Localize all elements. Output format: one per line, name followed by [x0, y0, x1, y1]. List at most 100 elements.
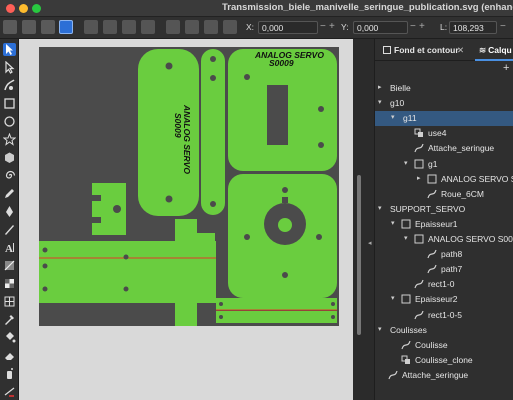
y-increment-button[interactable]: + — [419, 21, 425, 32]
layer-label: rect1-0-5 — [428, 309, 463, 320]
spiral-tool-icon[interactable] — [3, 169, 16, 182]
layer-label: path7 — [441, 264, 463, 275]
rectangle-tool-icon[interactable] — [3, 97, 16, 110]
drawing-canvas[interactable]: ANALOG SERVO S0009 ANALOG SERVO S0009 — [19, 39, 353, 400]
layer-row[interactable]: ▾ g11 — [375, 111, 513, 127]
layer-row[interactable]: ▾ g1 — [375, 157, 513, 172]
calligraphy-tool-icon[interactable] — [3, 223, 16, 236]
pen-tool-icon[interactable] — [3, 205, 16, 218]
flip-horizontal-icon[interactable] — [122, 20, 136, 34]
layer-row[interactable]: ▾ Coulisses — [375, 323, 513, 338]
bottom-bar-2[interactable] — [216, 311, 337, 323]
clone-icon — [414, 128, 424, 138]
expanded-arrow-icon[interactable]: ▾ — [378, 98, 382, 106]
layer-label: Coulisses — [390, 324, 427, 335]
box3d-tool-icon[interactable] — [3, 151, 16, 164]
text-tool-icon[interactable]: A — [3, 241, 16, 254]
layer-row[interactable]: ▾ Epaisseur1 — [375, 217, 513, 232]
rotate-ccw-icon[interactable] — [84, 20, 98, 34]
select-all-icon[interactable] — [3, 20, 17, 34]
close-window-icon[interactable] — [6, 4, 15, 13]
layer-row[interactable]: path7 — [375, 262, 513, 277]
tweak-tool-icon[interactable] — [3, 79, 16, 92]
layer-row[interactable]: Attache_seringue — [375, 368, 513, 383]
width-field[interactable] — [449, 21, 497, 34]
zoom-window-icon[interactable] — [32, 4, 41, 13]
dropper-tool-icon[interactable] — [3, 313, 16, 326]
layer-row[interactable]: ▸ ANALOG SERVO S0009 — [375, 172, 513, 187]
layer-row[interactable]: ▾ Epaisseur2 — [375, 292, 513, 307]
x-increment-button[interactable]: + — [329, 21, 335, 32]
bielle-plate[interactable]: ANALOG SERVO S0009 — [138, 49, 199, 216]
expanded-arrow-icon[interactable]: ▾ — [391, 219, 395, 227]
y-field[interactable] — [353, 21, 408, 34]
raise-to-top-icon[interactable] — [166, 20, 180, 34]
mesh-tool-icon[interactable] — [3, 295, 16, 308]
selector-tool-icon[interactable] — [3, 43, 16, 56]
layer-row[interactable]: Coulisse_clone — [375, 353, 513, 368]
vertical-scrollbar[interactable] — [353, 39, 365, 400]
x-field[interactable] — [258, 21, 318, 34]
flip-vertical-icon[interactable] — [141, 20, 155, 34]
deselect-icon[interactable] — [41, 20, 55, 34]
layer-row[interactable]: Coulisse — [375, 338, 513, 353]
expanded-arrow-icon[interactable]: ▾ — [378, 325, 382, 333]
layer-row[interactable]: ▾ SUPPORT_SERVO — [375, 202, 513, 217]
layer-row[interactable]: Roue_6CM — [375, 187, 513, 202]
layer-row[interactable]: ▾ g10 — [375, 96, 513, 111]
collapsed-arrow-icon[interactable]: ▸ — [417, 174, 421, 182]
eraser-tool-icon[interactable] — [3, 349, 16, 362]
expanded-arrow-icon[interactable]: ▾ — [404, 234, 408, 242]
layer-row[interactable]: rect1-0-5 — [375, 308, 513, 323]
layer-label: Epaisseur1 — [415, 218, 458, 229]
clone-icon — [401, 355, 411, 365]
tab-layers[interactable]: ≋ Calqu — [479, 45, 512, 56]
dock-panel: Fond et contour ✕ ≋ Calqu + ▸ Bielle ▾ g10 ▾ g… — [375, 39, 513, 400]
pencil-tool-icon[interactable] — [3, 187, 16, 200]
x-decrement-button[interactable]: − — [320, 21, 326, 32]
tab-close-button[interactable]: ✕ — [457, 45, 464, 56]
lower-icon[interactable] — [204, 20, 218, 34]
layer-row[interactable]: rect1-0 — [375, 277, 513, 292]
scrollbar-thumb[interactable] — [357, 175, 361, 335]
rotate-cw-icon[interactable] — [103, 20, 117, 34]
connector-tool-icon[interactable] — [3, 385, 16, 398]
raise-icon[interactable] — [185, 20, 199, 34]
node-tool-icon[interactable] — [3, 61, 16, 74]
spray-tool-icon[interactable] — [3, 259, 16, 272]
expanded-arrow-icon[interactable]: ▾ — [391, 294, 395, 302]
layer-row[interactable]: ▾ ANALOG SERVO S0009 — [375, 232, 513, 247]
select-all-layers-icon[interactable] — [22, 20, 36, 34]
expanded-arrow-icon[interactable]: ▾ — [378, 204, 382, 212]
gradient-tool-icon[interactable] — [3, 277, 16, 290]
attache-seringue[interactable] — [92, 183, 126, 235]
paint-bucket-tool-icon[interactable] — [3, 331, 16, 344]
long-bar-top[interactable] — [39, 241, 216, 275]
layer-row[interactable]: ▸ Bielle — [375, 81, 513, 96]
spray-can-tool-icon[interactable] — [3, 367, 16, 380]
coulisse-plate[interactable] — [201, 49, 225, 215]
servo-support-plate[interactable]: ANALOG SERVO S0009 — [228, 49, 337, 171]
width-decrement-button[interactable]: − — [500, 21, 506, 32]
long-bar-middle[interactable] — [39, 275, 216, 303]
expanded-arrow-icon[interactable]: ▾ — [391, 113, 395, 121]
ellipse-tool-icon[interactable] — [3, 115, 16, 128]
tab-fill-stroke[interactable]: Fond et contour — [383, 45, 459, 55]
dock-splitter[interactable]: ◂ — [365, 39, 375, 400]
layer-row[interactable]: use4 — [375, 126, 513, 141]
layer-row[interactable]: Attache_seringue — [375, 141, 513, 156]
collapse-dock-icon[interactable]: ◂ — [368, 239, 372, 247]
expanded-arrow-icon[interactable]: ▾ — [404, 159, 408, 167]
star-tool-icon[interactable] — [3, 133, 16, 146]
add-layer-button[interactable]: + — [503, 62, 509, 74]
roue-plate[interactable] — [228, 174, 337, 298]
lower-to-bottom-icon[interactable] — [223, 20, 237, 34]
title-bar: Transmission_biele_manivelle_seringue_pu… — [0, 0, 513, 17]
touch-select-icon[interactable] — [59, 20, 73, 34]
layer-row[interactable]: path8 — [375, 247, 513, 262]
width-label: L: — [440, 22, 448, 32]
collapsed-arrow-icon[interactable]: ▸ — [378, 83, 382, 91]
minimize-window-icon[interactable] — [19, 4, 28, 13]
y-decrement-button[interactable]: − — [410, 21, 416, 32]
bottom-bar-1[interactable] — [216, 298, 337, 311]
